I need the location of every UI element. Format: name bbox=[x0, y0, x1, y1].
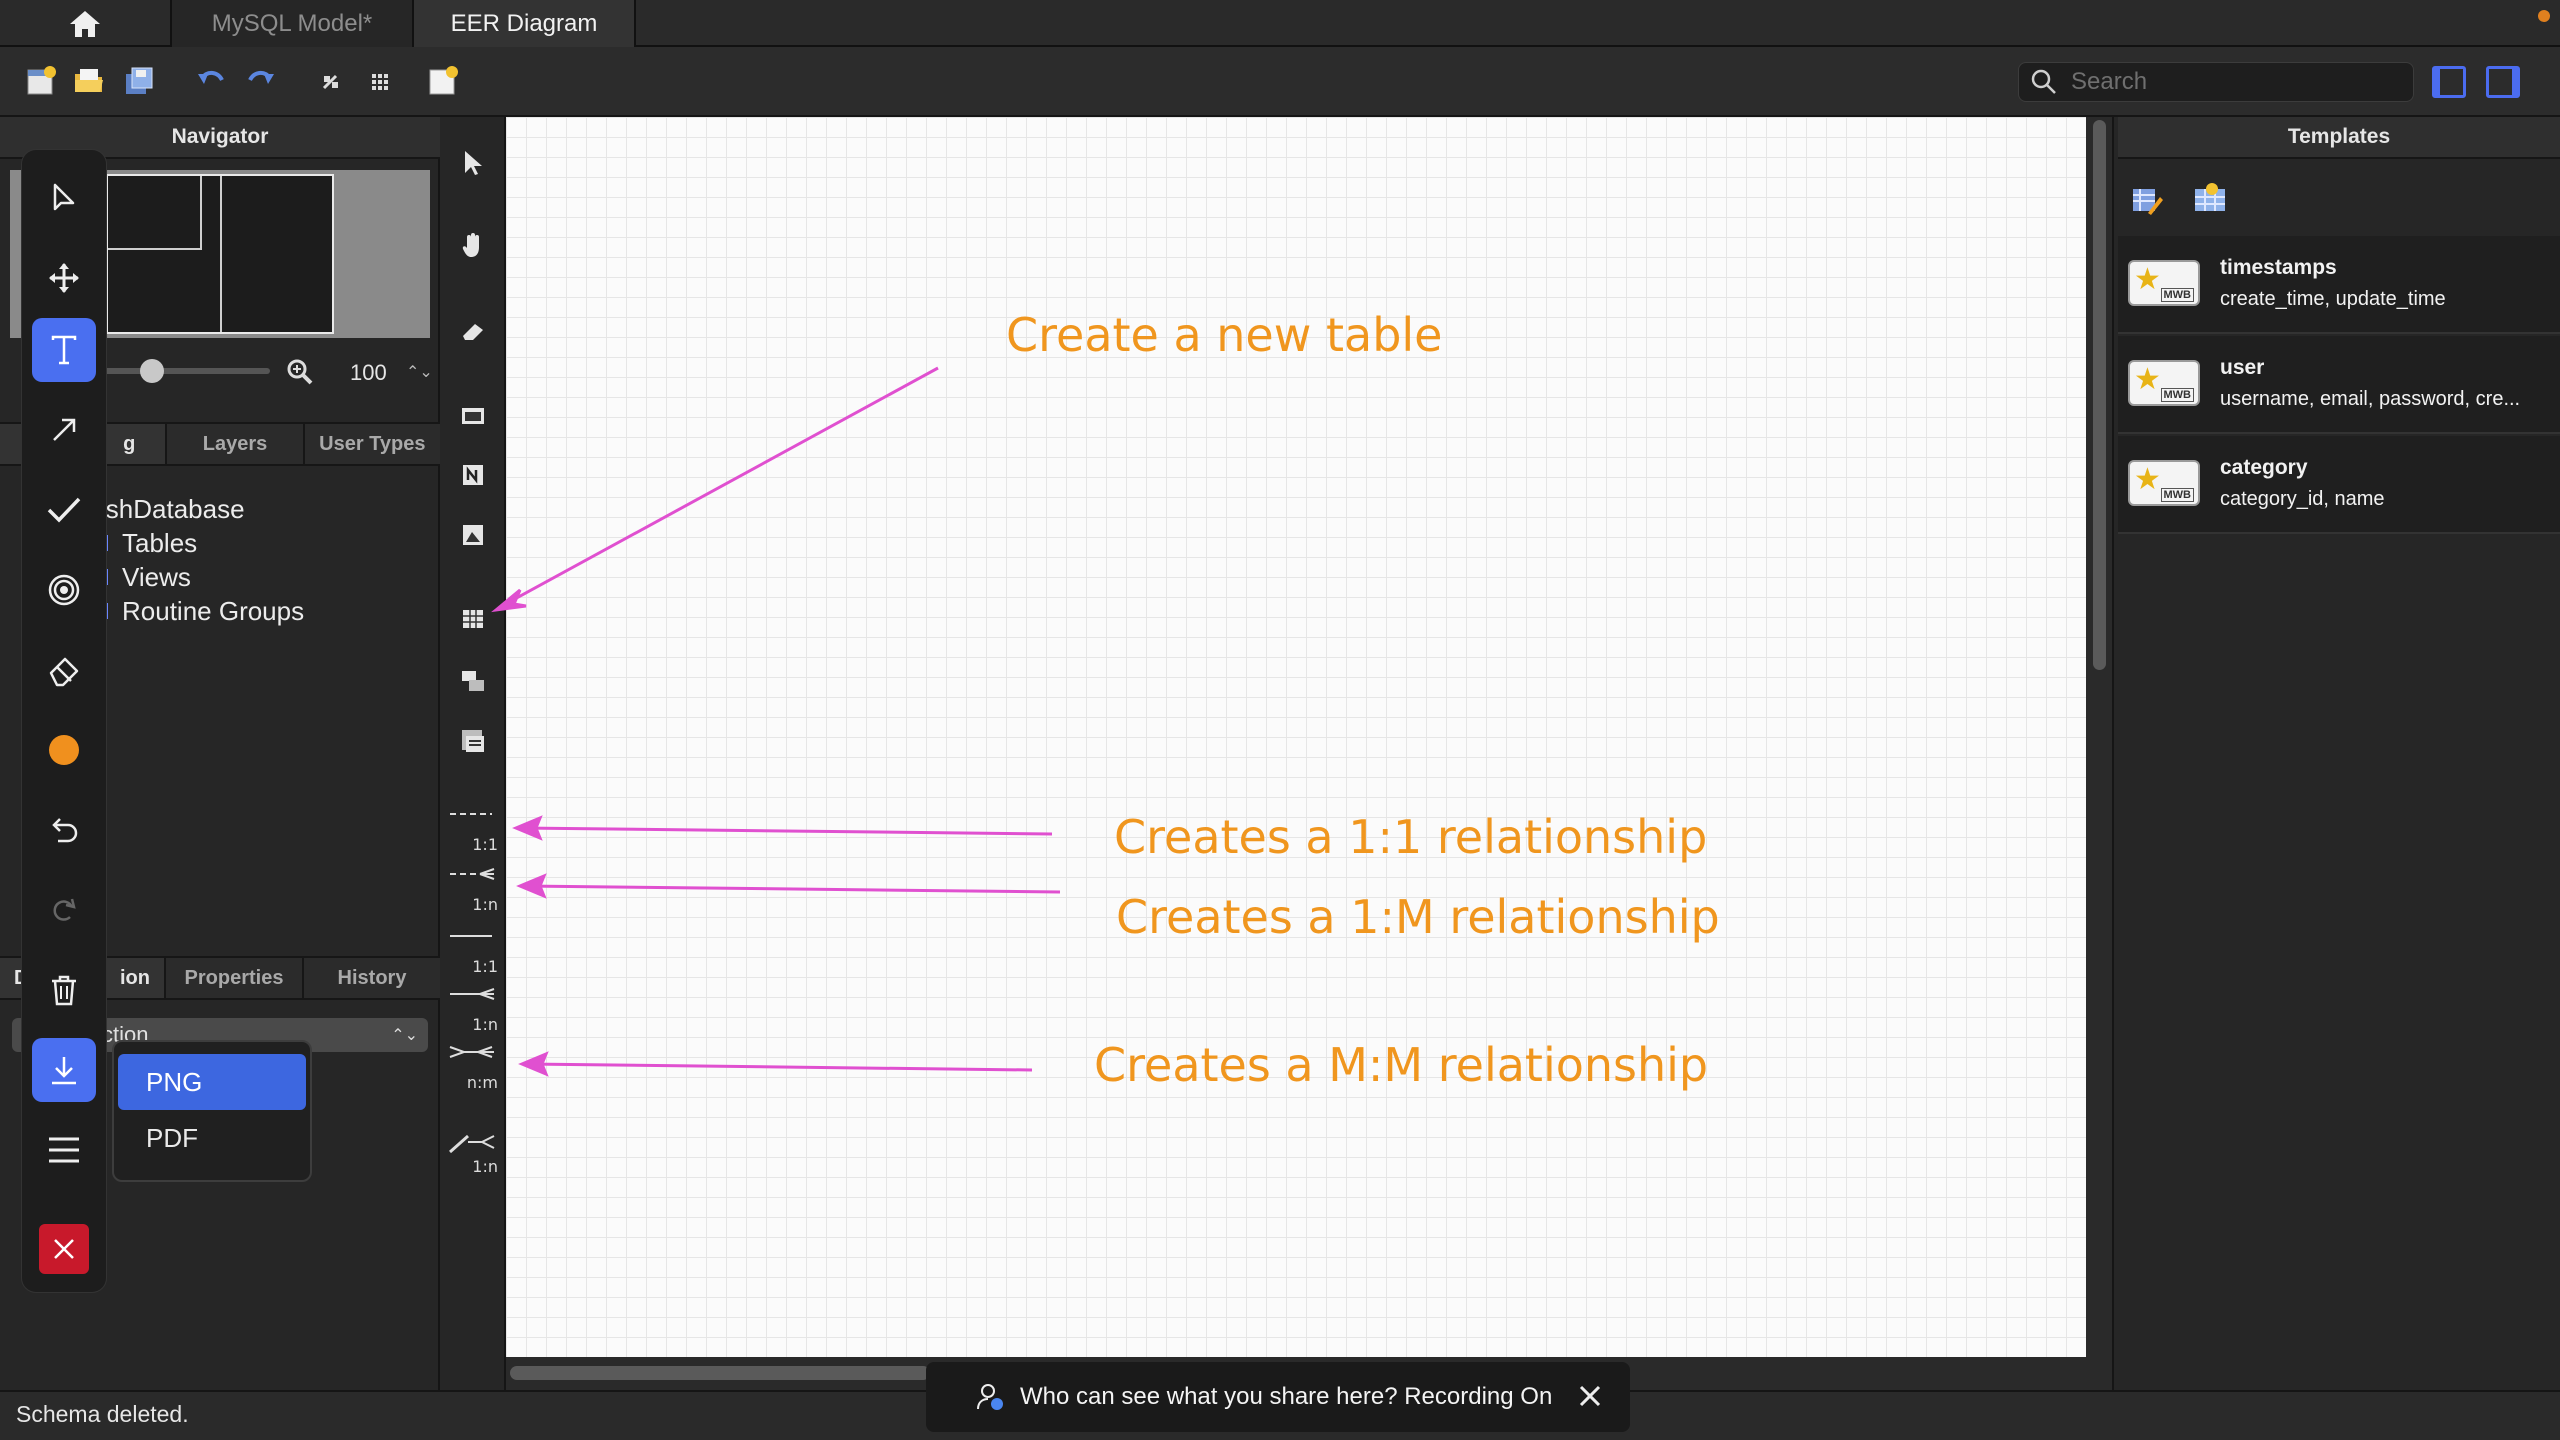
move-button[interactable] bbox=[32, 246, 96, 310]
export-format-menu: PNG PDF bbox=[112, 1040, 312, 1182]
horizontal-scrollbar-thumb[interactable] bbox=[510, 1366, 930, 1380]
color-picker-button[interactable] bbox=[32, 718, 96, 782]
export-button[interactable] bbox=[32, 1038, 96, 1102]
vertical-scrollbar-thumb[interactable] bbox=[2093, 120, 2106, 670]
arrow-to-m-m-tool bbox=[525, 1062, 1033, 1072]
spotlight-button[interactable] bbox=[32, 558, 96, 622]
redo-annotation-button[interactable] bbox=[32, 878, 96, 942]
download-icon bbox=[52, 1057, 76, 1085]
hamburger-menu-icon bbox=[49, 1137, 79, 1163]
cursor-arrow-icon bbox=[53, 183, 75, 211]
mwb-template-icon: ★ MWB bbox=[2128, 260, 2200, 306]
export-png-option[interactable]: PNG bbox=[118, 1054, 306, 1110]
undo-arrow-icon bbox=[52, 818, 78, 843]
target-icon bbox=[48, 574, 80, 606]
add-template-icon[interactable] bbox=[2192, 181, 2228, 215]
text-icon bbox=[51, 335, 77, 365]
trash-icon bbox=[52, 975, 76, 1006]
select-arrow-button[interactable] bbox=[32, 166, 96, 230]
template-columns: category_id, name bbox=[2220, 488, 2385, 510]
eraser-icon bbox=[49, 657, 79, 687]
status-message: Schema deleted. bbox=[16, 1401, 189, 1427]
delete-button[interactable] bbox=[32, 958, 96, 1022]
templates-header: Templates bbox=[2118, 117, 2560, 159]
diagonal-arrow-icon bbox=[53, 418, 76, 441]
eraser-button[interactable] bbox=[32, 638, 96, 702]
templates-toolbar bbox=[2118, 163, 2560, 233]
undo-annotation-button[interactable] bbox=[32, 798, 96, 862]
template-item[interactable]: ★ MWB timestamps create_time, update_time bbox=[2118, 236, 2560, 334]
annotation-1-1: Creates a 1:1 relationship bbox=[1114, 810, 1708, 864]
mwb-template-icon: ★ MWB bbox=[2128, 460, 2200, 506]
screen-annotation-palette bbox=[22, 150, 106, 1292]
person-shield-icon bbox=[977, 1384, 1003, 1410]
mwb-badge: MWB bbox=[2160, 488, 2194, 502]
menu-button[interactable] bbox=[32, 1118, 96, 1182]
arrow-to-1-1-tool bbox=[519, 826, 1053, 836]
text-tool-button[interactable] bbox=[32, 318, 96, 382]
checkmark-icon bbox=[47, 497, 81, 523]
close-icon bbox=[54, 1239, 74, 1259]
recording-notice-text: Who can see what you share here? Recordi… bbox=[1020, 1383, 1553, 1410]
color-dot-icon bbox=[49, 735, 79, 765]
redo-arrow-icon bbox=[53, 898, 76, 921]
template-columns: username, email, password, cre... bbox=[2220, 388, 2521, 410]
mwb-badge: MWB bbox=[2160, 388, 2194, 402]
template-columns: create_time, update_time bbox=[2220, 288, 2446, 310]
arrow-to-1-m-tool bbox=[523, 884, 1061, 894]
mwb-badge: MWB bbox=[2160, 288, 2194, 302]
close-palette-button[interactable] bbox=[39, 1224, 89, 1274]
template-name: timestamps bbox=[2220, 256, 2337, 279]
arrow-to-table-tool bbox=[501, 366, 939, 608]
template-item[interactable]: ★ MWB user username, email, password, cre… bbox=[2118, 336, 2560, 434]
move-icon bbox=[49, 263, 79, 293]
template-name: user bbox=[2220, 356, 2265, 379]
recording-notice: Who can see what you share here? Recordi… bbox=[926, 1362, 1630, 1432]
template-name: category bbox=[2220, 456, 2308, 479]
template-item[interactable]: ★ MWB category category_id, name bbox=[2118, 436, 2560, 534]
export-pdf-option[interactable]: PDF bbox=[118, 1110, 306, 1166]
arrow-tool-button[interactable] bbox=[32, 398, 96, 462]
checkmark-button[interactable] bbox=[32, 478, 96, 542]
close-icon[interactable] bbox=[1576, 1382, 1604, 1410]
edit-templates-icon[interactable] bbox=[2130, 183, 2164, 217]
annotation-1-m: Creates a 1:M relationship bbox=[1116, 890, 1720, 944]
annotation-create-table: Create a new table bbox=[1006, 308, 1443, 362]
annotation-m-m: Creates a M:M relationship bbox=[1094, 1038, 1709, 1092]
mwb-template-icon: ★ MWB bbox=[2128, 360, 2200, 406]
